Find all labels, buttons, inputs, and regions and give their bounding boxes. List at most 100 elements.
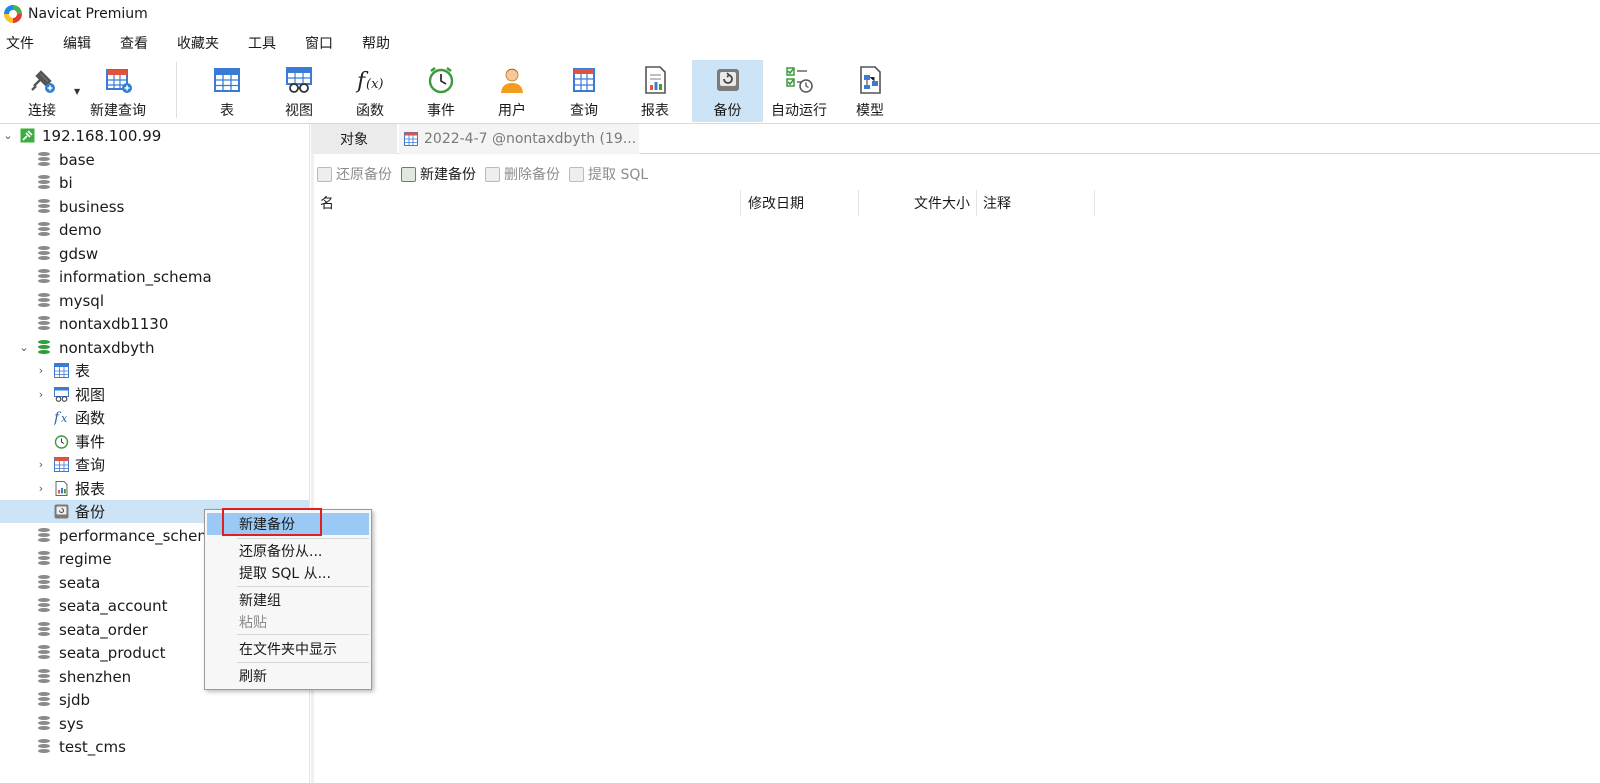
database-label: base <box>59 150 95 169</box>
column-file-size[interactable]: 文件大小 <box>859 190 977 216</box>
tree-db-row[interactable]: sjdb <box>0 688 309 711</box>
tree-child-tables[interactable]: › 表 <box>0 359 309 382</box>
menu-window[interactable]: 窗口 <box>305 33 343 53</box>
menu-show-in-folder[interactable]: 在文件夹中显示 <box>207 638 369 660</box>
tree-child-views[interactable]: › 视图 <box>0 383 309 406</box>
tree-db-row[interactable]: nontaxdb1130 <box>0 312 309 335</box>
chevron-down-icon[interactable]: ⌄ <box>2 129 14 142</box>
report-icon <box>54 481 69 496</box>
column-name[interactable]: 名 <box>314 190 741 216</box>
column-comment[interactable]: 注释 <box>977 190 1095 216</box>
tree-db-row[interactable]: test_cms <box>0 735 309 758</box>
database-label: sjdb <box>59 690 91 709</box>
column-modified-date[interactable]: 修改日期 <box>741 190 859 216</box>
database-label: sys <box>59 714 84 733</box>
title-bar: Navicat Premium <box>0 0 1600 28</box>
tree-child-queries[interactable]: › 查询 <box>0 453 309 476</box>
backup-button[interactable]: 备份 <box>692 60 763 122</box>
user-button[interactable]: 用户 <box>477 60 547 122</box>
chevron-right-icon[interactable]: › <box>35 482 47 495</box>
delete-backup-button[interactable]: 删除备份 <box>485 164 560 184</box>
tree-child-label: 报表 <box>75 480 106 498</box>
database-label: seata <box>59 573 101 592</box>
menu-refresh[interactable]: 刷新 <box>207 665 369 687</box>
menu-extract-sql-from[interactable]: 提取 SQL 从... <box>207 562 369 584</box>
menu-help[interactable]: 帮助 <box>362 33 400 53</box>
tree-db-row[interactable]: business <box>0 195 309 218</box>
menu-favorites[interactable]: 收藏夹 <box>177 33 229 53</box>
tree-child-functions[interactable]: fx 函数 <box>0 406 309 429</box>
connect-dropdown-icon[interactable]: ▼ <box>74 87 80 96</box>
database-label: business <box>59 197 125 216</box>
open-database-label: nontaxdbyth <box>59 338 155 357</box>
tree-child-reports[interactable]: › 报表 <box>0 477 309 500</box>
tree-db-row[interactable]: demo <box>0 218 309 241</box>
tree-open-db-row[interactable]: ⌄ nontaxdbyth <box>0 336 309 359</box>
report-icon <box>639 64 671 96</box>
window-title: Navicat Premium <box>28 6 148 22</box>
view-label: 视图 <box>285 103 313 119</box>
toolbar-divider <box>176 62 177 118</box>
svg-text:x: x <box>61 412 68 425</box>
restore-backup-label: 还原备份 <box>336 167 392 183</box>
database-icon <box>38 692 50 707</box>
menu-restore-backup-from[interactable]: 还原备份从... <box>207 540 369 562</box>
menu-edit[interactable]: 编辑 <box>63 33 101 53</box>
tree-db-row[interactable]: mysql <box>0 289 309 312</box>
connect-button[interactable]: 连接 <box>20 60 64 122</box>
tree-db-row[interactable]: information_schema <box>0 265 309 288</box>
function-button[interactable]: f (x) 函数 <box>335 60 405 122</box>
model-button[interactable]: 模型 <box>835 60 905 122</box>
database-icon <box>38 152 50 167</box>
report-button[interactable]: 报表 <box>620 60 690 122</box>
database-label: mysql <box>59 291 104 310</box>
autorun-button[interactable]: 自动运行 <box>764 60 834 122</box>
menu-tools[interactable]: 工具 <box>248 33 286 53</box>
query-icon <box>54 457 69 472</box>
query-icon <box>568 64 600 96</box>
chevron-right-icon[interactable]: › <box>35 364 47 377</box>
tree-connection-row[interactable]: ⌄ 192.168.100.99 <box>0 124 309 147</box>
table-icon <box>54 363 69 378</box>
menu-view[interactable]: 查看 <box>120 33 158 53</box>
chevron-right-icon[interactable]: › <box>35 388 47 401</box>
restore-backup-button[interactable]: 还原备份 <box>317 164 392 184</box>
chevron-down-icon[interactable]: ⌄ <box>18 341 30 354</box>
menu-paste[interactable]: 粘贴 <box>207 611 369 633</box>
database-icon <box>38 528 50 543</box>
database-label: information_schema <box>59 267 212 286</box>
database-label: performance_schema <box>59 526 222 545</box>
menu-separator <box>237 634 369 635</box>
menu-new-group[interactable]: 新建组 <box>207 589 369 611</box>
backup-label: 备份 <box>713 103 742 119</box>
svg-text:(x): (x) <box>366 77 383 92</box>
backup-list-header: 名 修改日期 文件大小 注释 <box>314 190 1600 216</box>
query-label: 查询 <box>570 103 598 119</box>
database-icon <box>38 293 50 308</box>
tree-db-row[interactable]: sys <box>0 712 309 735</box>
new-query-button[interactable]: 新建查询 <box>86 60 150 122</box>
event-button[interactable]: 事件 <box>406 60 476 122</box>
view-button[interactable]: 视图 <box>264 60 334 122</box>
backup-list[interactable] <box>314 216 1600 783</box>
table-button[interactable]: 表 <box>192 60 262 122</box>
tree-db-row[interactable]: gdsw <box>0 242 309 265</box>
tree-db-row[interactable]: bi <box>0 171 309 194</box>
extract-sql-icon <box>569 166 584 182</box>
tab-document[interactable]: 2022-4-7 @nontaxdbyth (19... <box>399 124 639 154</box>
chevron-right-icon[interactable]: › <box>35 458 47 471</box>
query-button[interactable]: 查询 <box>549 60 619 122</box>
tab-document-label: 2022-4-7 @nontaxdbyth (19... <box>424 131 637 147</box>
database-icon <box>38 669 50 684</box>
tab-objects[interactable]: 对象 <box>311 124 397 154</box>
menu-file[interactable]: 文件 <box>6 33 44 53</box>
database-label: nontaxdb1130 <box>59 314 169 333</box>
tab-bar: 对象 2022-4-7 @nontaxdbyth (19... <box>311 124 1600 154</box>
connection-label: 192.168.100.99 <box>42 126 162 145</box>
tree-db-row[interactable]: base <box>0 148 309 171</box>
new-backup-button[interactable]: 新建备份 <box>401 164 476 184</box>
tree-child-label: 函数 <box>75 409 106 427</box>
menu-separator <box>237 538 369 539</box>
tree-child-events[interactable]: 事件 <box>0 430 309 453</box>
extract-sql-button[interactable]: 提取 SQL <box>569 164 648 184</box>
